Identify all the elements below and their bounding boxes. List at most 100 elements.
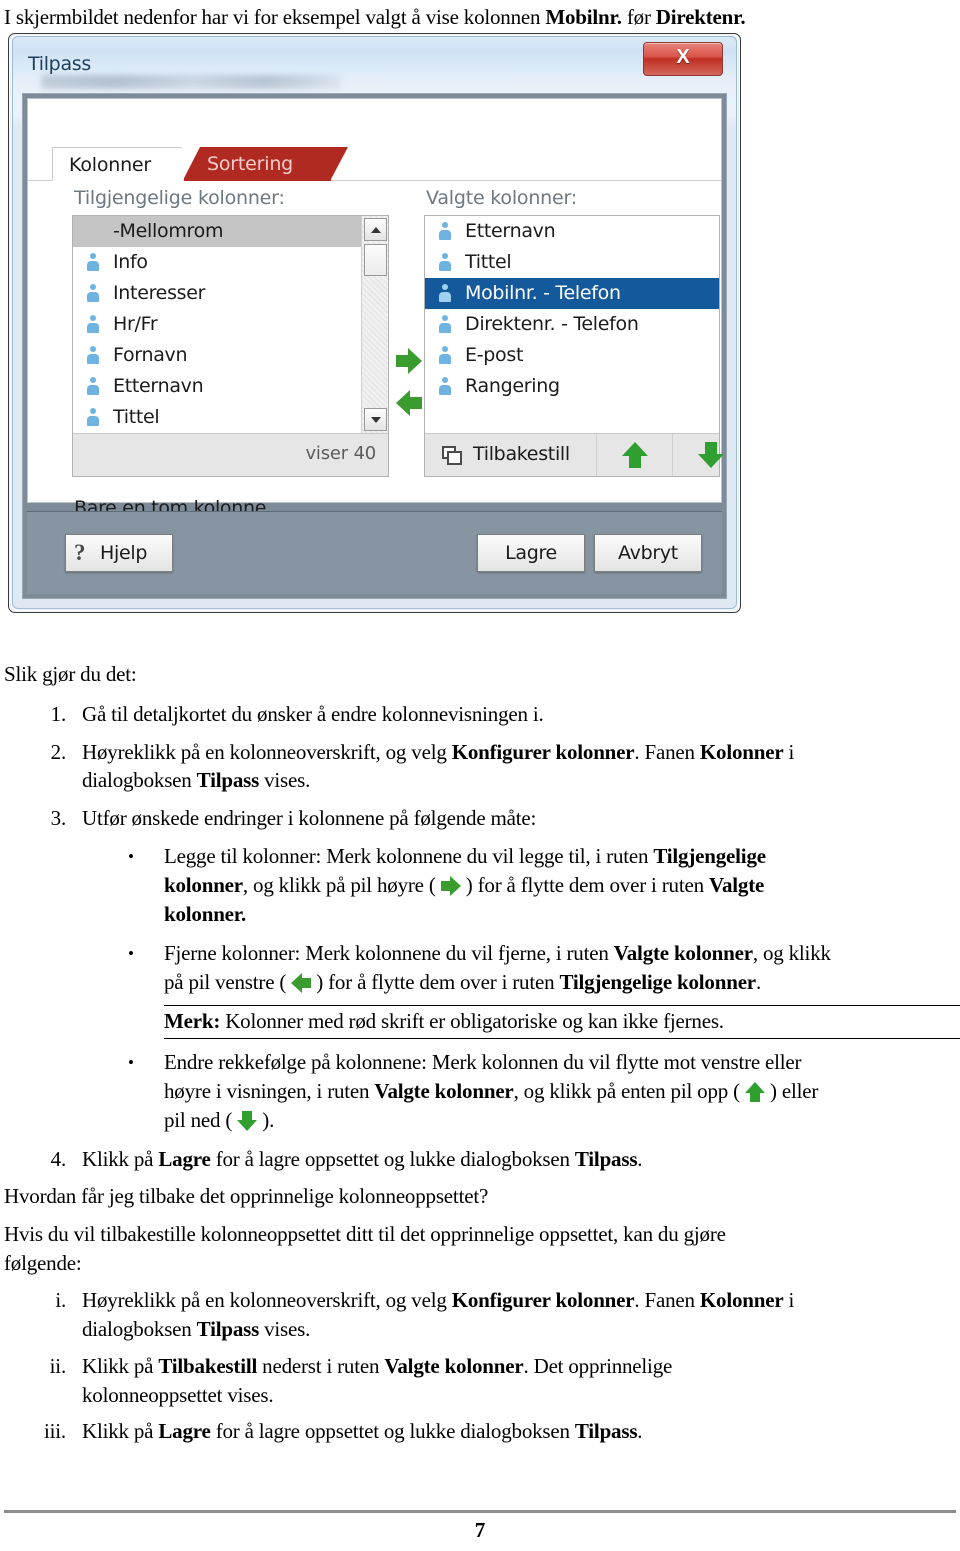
step-i-bold-kolonner: Kolonner bbox=[699, 1288, 784, 1312]
bullet-2-bold-tilgjengelige-kolonner: Tilgjengelige kolonner bbox=[559, 970, 756, 994]
bullet-3-e: pil ned ( bbox=[164, 1108, 238, 1132]
bullet-marker: • bbox=[128, 1053, 134, 1072]
merk-note: Merk: Kolonner med rød skrift er obligat… bbox=[164, 1009, 724, 1034]
step-iii-number: iii. bbox=[44, 1419, 66, 1443]
step-2-number: 2. bbox=[50, 740, 67, 764]
step-ii-bold-tilbakestill: Tilbakestill bbox=[158, 1354, 258, 1378]
footer-divider bbox=[4, 1510, 956, 1513]
step-3-number: 3. bbox=[50, 806, 67, 830]
arrow-up-icon bbox=[622, 442, 648, 468]
list-item[interactable]: Fornavn bbox=[73, 340, 361, 371]
step-iii-bold-tilpass: Tilpass bbox=[574, 1419, 638, 1443]
person-icon bbox=[86, 408, 99, 426]
list-item[interactable]: Rangering bbox=[425, 371, 719, 402]
available-columns-listbox[interactable]: -Mellomrom Info Interesser Hr/Fr Fornavn… bbox=[72, 215, 389, 477]
person-icon bbox=[86, 253, 99, 271]
intro-paragraph: I skjermbildet nedenfor har vi for eksem… bbox=[4, 4, 954, 30]
list-item-label: Etternavn bbox=[113, 375, 204, 397]
step-i-bold-konfigurer: Konfigurer kolonner bbox=[451, 1288, 635, 1312]
tab-strip: Kolonner Sortering bbox=[28, 147, 721, 182]
bullet-2-line2: på pil venstre ( ) for å flytte dem over… bbox=[164, 970, 761, 995]
step-2-line2: dialogboksen Tilpass vises. bbox=[82, 768, 310, 793]
list-item-label: Interesser bbox=[113, 282, 206, 304]
bullet-1-bold-tilgjengelige: Tilgjengelige bbox=[653, 844, 766, 868]
list-item[interactable]: -Mellomrom bbox=[73, 216, 361, 247]
step-2-bold-konfigurer: Konfigurer kolonner bbox=[451, 740, 635, 764]
vertical-scrollbar[interactable] bbox=[361, 216, 388, 433]
bullet-2-d: på pil venstre ( bbox=[164, 970, 292, 994]
list-item-label: -Mellomrom bbox=[113, 220, 224, 242]
list-item-label: Fornavn bbox=[113, 344, 188, 366]
save-button[interactable]: Lagre bbox=[477, 534, 585, 572]
selected-columns-listbox[interactable]: Etternavn Tittel Mobilnr. - Telefon Dire… bbox=[424, 215, 724, 477]
person-icon bbox=[438, 222, 451, 240]
available-list-footer: viser 40 bbox=[73, 433, 388, 476]
step-i-line1: Høyreklikk på en kolonneoverskrift, og v… bbox=[82, 1288, 794, 1313]
bullet-3-line2: høyre i visningen, i ruten Valgte kolonn… bbox=[164, 1079, 818, 1104]
step-i-a: Høyreklikk på en kolonneoverskrift, og v… bbox=[82, 1288, 452, 1312]
list-item[interactable]: Tittel bbox=[425, 247, 719, 278]
scroll-up-icon[interactable] bbox=[364, 218, 387, 241]
dialog-button-bar: ? Hjelp Lagre Avbryt bbox=[27, 511, 722, 594]
step-i-d: i bbox=[783, 1288, 795, 1312]
move-down-button[interactable] bbox=[673, 434, 740, 476]
step-iii-a: Klikk på bbox=[82, 1419, 159, 1443]
list-item[interactable]: Info bbox=[73, 247, 361, 278]
scrollbar-thumb[interactable] bbox=[364, 244, 387, 276]
list-item[interactable]: Direktenr. - Telefon bbox=[425, 309, 719, 340]
arrow-down-icon bbox=[237, 1111, 258, 1131]
available-columns-items: -Mellomrom Info Interesser Hr/Fr Fornavn… bbox=[73, 216, 361, 433]
step-1-number: 1. bbox=[50, 702, 67, 726]
list-item[interactable]: Interesser bbox=[73, 278, 361, 309]
step-ii-bold-valgte-kolonner: Valgte kolonner bbox=[384, 1354, 524, 1378]
step-1-text: Gå til detaljkortet du ønsker å endre ko… bbox=[82, 702, 544, 726]
visible-count-label: viser 40 bbox=[305, 443, 376, 464]
selected-columns-label: Valgte kolonner: bbox=[426, 187, 577, 209]
list-item-selected[interactable]: Mobilnr. - Telefon bbox=[425, 278, 719, 309]
available-columns-label: Tilgjengelige kolonner: bbox=[74, 187, 285, 209]
restore-question-heading: Hvordan får jeg tilbake det opprinnelige… bbox=[4, 1184, 489, 1208]
step-4-bold-lagre: Lagre bbox=[158, 1147, 211, 1171]
close-button[interactable]: X bbox=[643, 42, 723, 76]
step-4-c: for å lagre oppsettet og lukke dialogbok… bbox=[210, 1147, 575, 1171]
tilbakestill-button[interactable]: Tilbakestill bbox=[425, 434, 597, 476]
intro-bold-mobilnr: Mobilnr. bbox=[545, 5, 622, 29]
step-2-c: . Fanen bbox=[634, 740, 700, 764]
arrow-right-icon bbox=[440, 876, 461, 896]
step-ii-d: . Det opprinnelige bbox=[523, 1354, 673, 1378]
bullet-marker: • bbox=[128, 847, 134, 866]
dialog-title: Tilpass bbox=[28, 53, 91, 75]
list-item[interactable]: Etternavn bbox=[425, 216, 719, 247]
move-up-button[interactable] bbox=[597, 434, 673, 476]
restore-question-line2: følgende: bbox=[4, 1251, 82, 1275]
list-item[interactable]: Etternavn bbox=[73, 371, 361, 402]
list-item[interactable]: Hr/Fr bbox=[73, 309, 361, 340]
bullet-2-bold-valgte-kolonner: Valgte kolonner bbox=[613, 941, 753, 965]
bullet-marker: • bbox=[128, 944, 134, 963]
step-3-text: Utfør ønskede endringer i kolonnene på f… bbox=[82, 806, 537, 830]
list-item[interactable]: Tittel bbox=[73, 402, 361, 433]
list-item[interactable]: E-post bbox=[425, 340, 719, 371]
cancel-button[interactable]: Avbryt bbox=[594, 534, 702, 572]
question-mark-icon: ? bbox=[74, 540, 86, 565]
merk-rule-top bbox=[164, 1005, 960, 1006]
bullet-2-a: Fjerne kolonner: Merk kolonnene du vil f… bbox=[164, 941, 614, 965]
selected-list-footer: Tilbakestill bbox=[425, 433, 724, 476]
step-iii-d: . bbox=[637, 1419, 643, 1443]
help-button[interactable]: ? Hjelp bbox=[65, 534, 173, 572]
step-ii-line1: Klikk på Tilbakestill nederst i ruten Va… bbox=[82, 1354, 672, 1379]
bullet-1-line1: Legge til kolonner: Merk kolonnene du vi… bbox=[164, 844, 766, 869]
bullet-3-d: ) eller bbox=[764, 1079, 819, 1103]
merk-rule-bottom bbox=[164, 1038, 960, 1039]
selected-columns-items: Etternavn Tittel Mobilnr. - Telefon Dire… bbox=[425, 216, 719, 433]
bullet-1-a: Legge til kolonner: Merk kolonnene du vi… bbox=[164, 844, 654, 868]
scroll-down-icon[interactable] bbox=[364, 408, 387, 431]
bullet-1-line2: kolonner, og klikk på pil høyre ( ) for … bbox=[164, 873, 764, 898]
step-ii-a: Klikk på bbox=[82, 1354, 159, 1378]
list-item-label: Etternavn bbox=[465, 220, 556, 242]
bullet-3-line3: pil ned ( ). bbox=[164, 1108, 274, 1133]
arrow-down-icon bbox=[698, 442, 724, 468]
list-item-label: Tittel bbox=[113, 406, 160, 428]
tab-kolonner[interactable]: Kolonner bbox=[52, 147, 200, 182]
tab-sortering[interactable]: Sortering bbox=[183, 147, 348, 181]
